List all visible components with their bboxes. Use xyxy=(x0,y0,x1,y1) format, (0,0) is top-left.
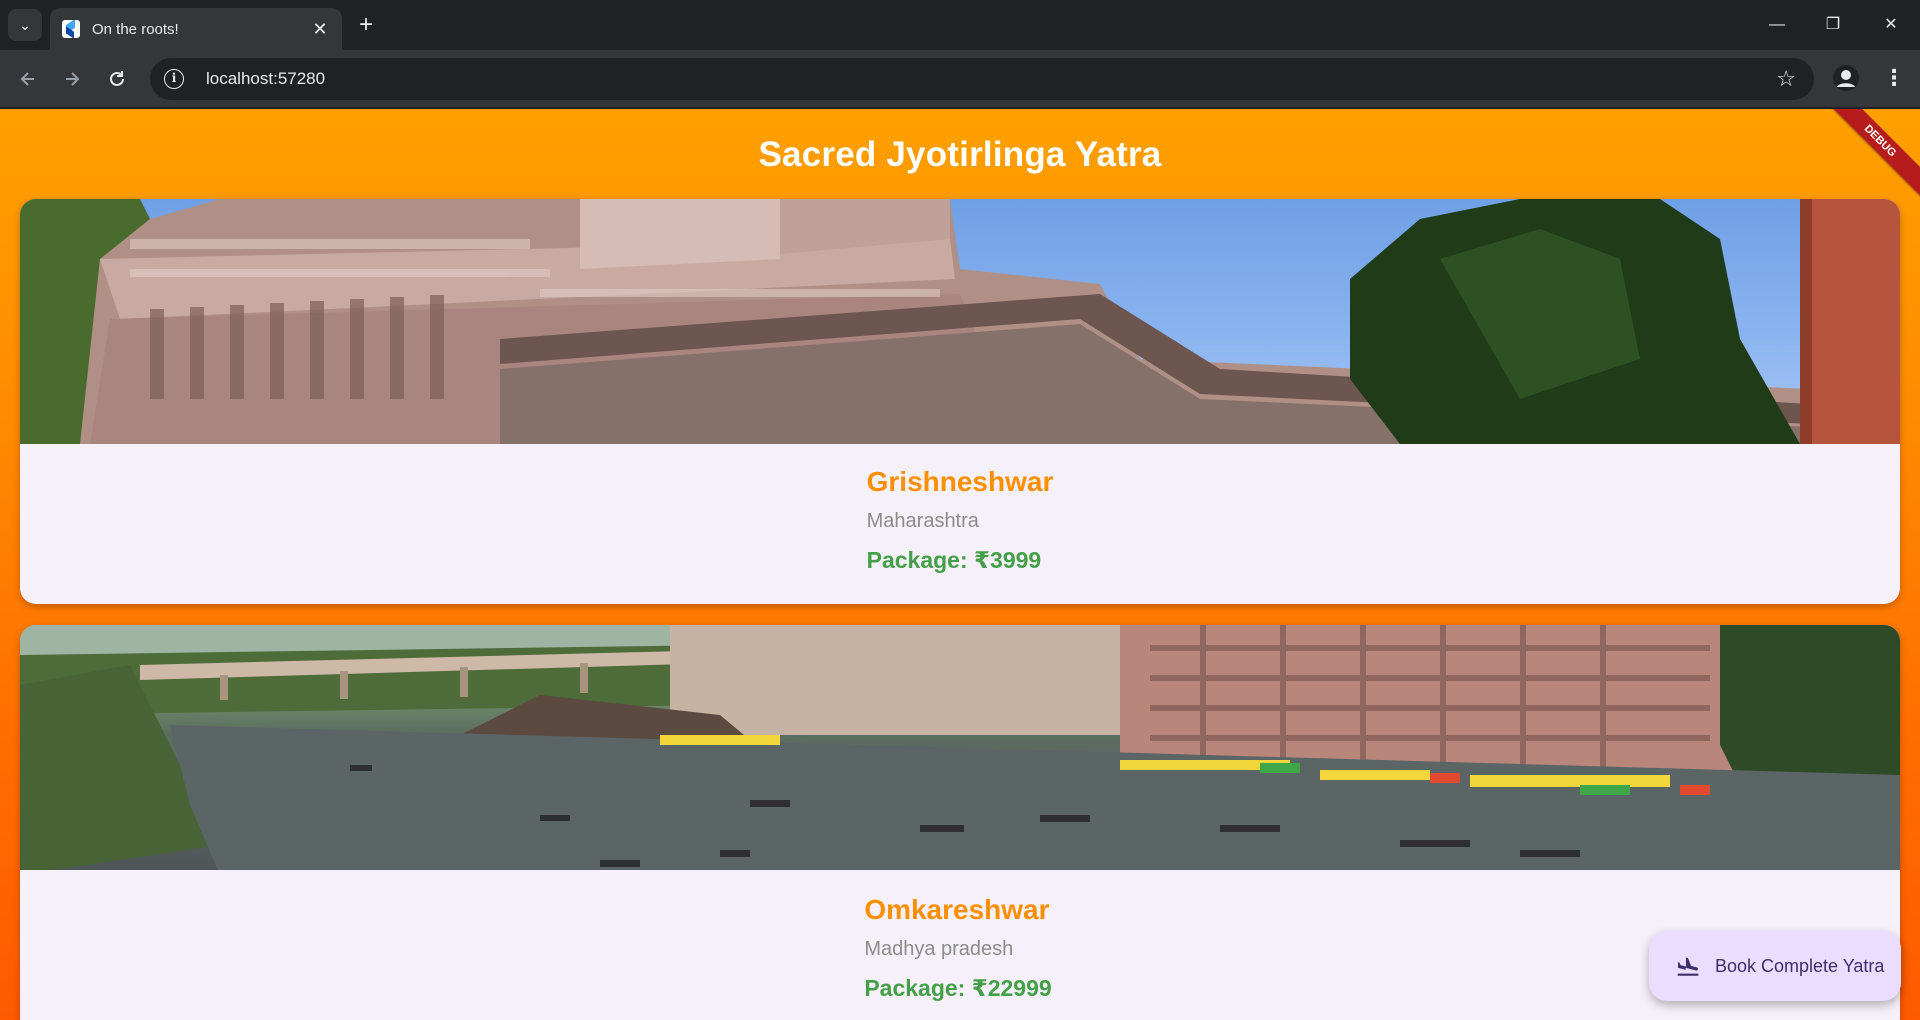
package-price: Package: ₹22999 xyxy=(864,975,1052,1001)
site-info-icon[interactable]: i xyxy=(164,69,184,89)
url-text[interactable]: localhost:57280 xyxy=(206,69,325,89)
tab-title: On the roots! xyxy=(92,20,179,38)
forward-icon[interactable] xyxy=(56,63,88,95)
profile-icon[interactable] xyxy=(1832,64,1860,92)
destination-card[interactable]: Grishneshwar Maharashtra Package: ₹3999 xyxy=(20,199,1900,604)
minimize-button[interactable]: — xyxy=(1754,10,1800,40)
destination-name: Omkareshwar xyxy=(864,894,1050,925)
card-info: Omkareshwar Madhya pradesh Package: ₹229… xyxy=(20,870,1900,1002)
tab-search-icon[interactable]: ⌄ xyxy=(8,9,42,41)
kebab-menu-icon[interactable]: ⋮ xyxy=(1880,64,1908,92)
browser-toolbar: i localhost:57280 ☆ xyxy=(0,50,1920,108)
flutter-favicon xyxy=(62,20,80,38)
card-info: Grishneshwar Maharashtra Package: ₹3999 xyxy=(20,444,1900,574)
destination-state: Maharashtra xyxy=(866,510,979,532)
close-window-button[interactable]: ✕ xyxy=(1868,10,1914,40)
destination-state: Madhya pradesh xyxy=(864,938,1014,960)
bookmark-star-icon[interactable]: ☆ xyxy=(1776,66,1796,92)
new-tab-button[interactable]: + xyxy=(352,12,380,40)
browser-tab[interactable]: On the roots! ✕ xyxy=(50,8,342,50)
browser-tabstrip: ⌄ On the roots! ✕ + — ❐ ✕ xyxy=(0,0,1920,50)
river-ghat-boats-photo xyxy=(20,625,1900,870)
app-viewport: Sacred Jyotirlinga Yatra DEBUG Grishnesh… xyxy=(0,109,1920,1020)
address-bar[interactable]: i localhost:57280 ☆ xyxy=(150,58,1814,100)
fab-label: Book Complete Yatra xyxy=(1715,955,1885,976)
destination-card[interactable]: Omkareshwar Madhya pradesh Package: ₹229… xyxy=(20,625,1900,1020)
reload-icon[interactable] xyxy=(101,63,133,95)
flight-land-icon xyxy=(1677,957,1699,976)
book-complete-yatra-button[interactable]: Book Complete Yatra xyxy=(1649,931,1901,1001)
back-icon[interactable] xyxy=(12,63,44,95)
tab-close-icon[interactable]: ✕ xyxy=(310,19,330,40)
page-title: Sacred Jyotirlinga Yatra xyxy=(758,135,1162,174)
temple-carved-stone-photo xyxy=(20,199,1900,444)
destination-name: Grishneshwar xyxy=(866,466,1054,497)
restore-button[interactable]: ❐ xyxy=(1810,10,1856,40)
package-price: Package: ₹3999 xyxy=(866,547,1042,573)
